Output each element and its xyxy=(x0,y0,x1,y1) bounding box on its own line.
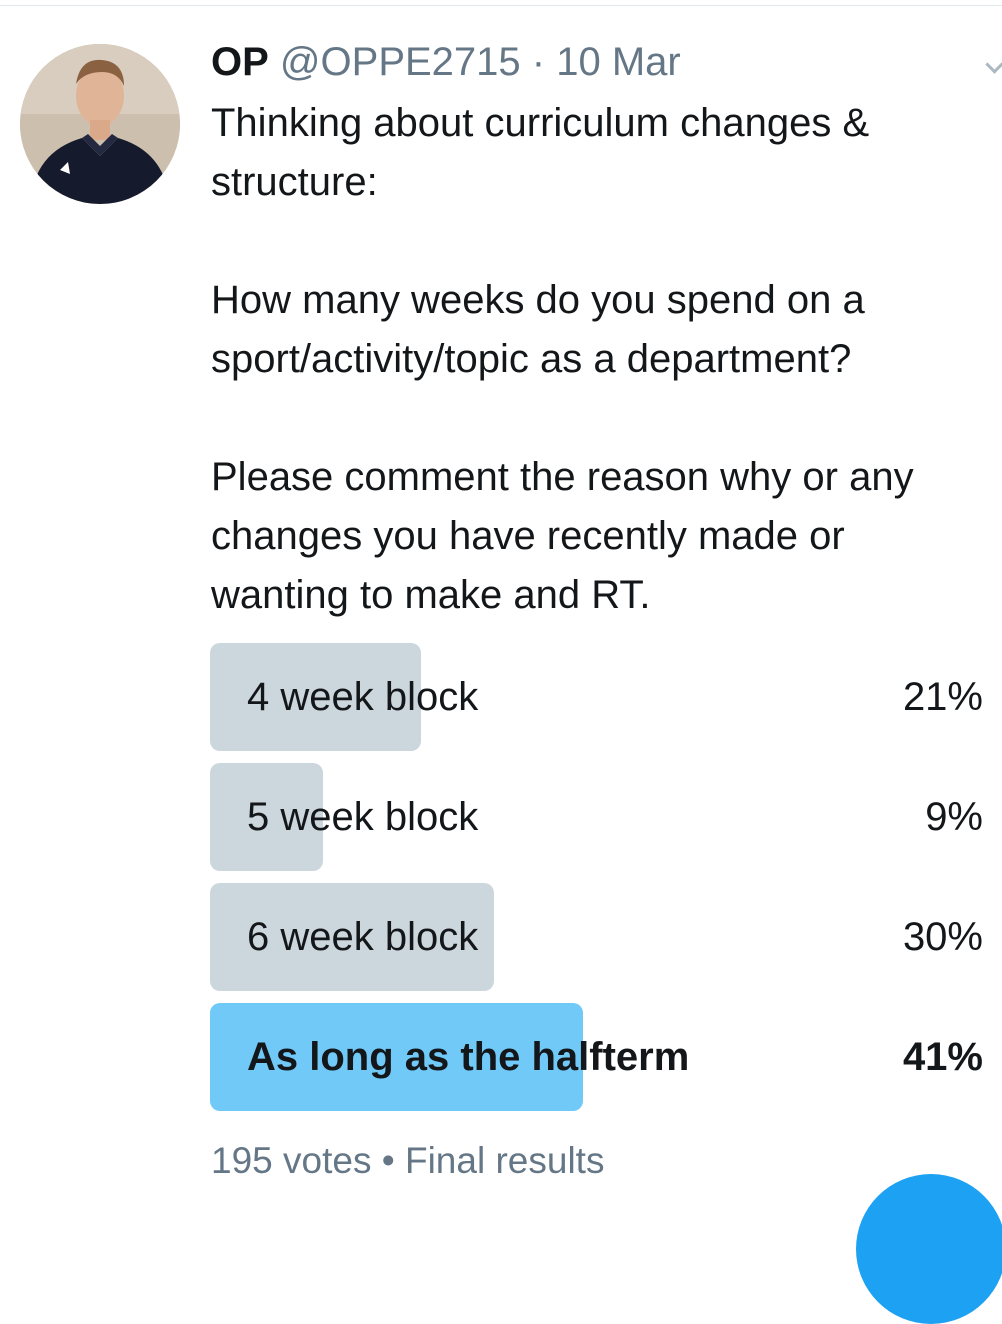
poll-footer-dot: • xyxy=(381,1140,395,1181)
avatar-photo xyxy=(20,44,180,204)
tweet-header: OP @OPPE2715 · 10 Mar xyxy=(211,38,681,86)
poll-option: 6 week block 30% xyxy=(210,883,985,991)
poll-option: As long as the halfterm 41% xyxy=(210,1003,985,1111)
poll: 4 week block 21% 5 week block 9% 6 week … xyxy=(210,643,985,1123)
poll-status: Final results xyxy=(404,1140,605,1181)
poll-option-label: As long as the halfterm xyxy=(247,1035,690,1079)
top-divider xyxy=(0,5,1002,6)
poll-option: 5 week block 9% xyxy=(210,763,985,871)
compose-tweet-icon[interactable] xyxy=(856,1174,1002,1324)
avatar[interactable] xyxy=(20,44,180,204)
poll-option-percent: 41% xyxy=(902,1035,983,1079)
poll-option-label: 4 week block xyxy=(247,675,479,719)
header-separator: · xyxy=(531,40,546,84)
poll-option: 4 week block 21% xyxy=(210,643,985,751)
poll-option-percent: 21% xyxy=(902,675,983,719)
tweet-text: Thinking about curriculum changes & stru… xyxy=(211,101,914,617)
poll-footer: 195 votes • Final results xyxy=(211,1136,604,1186)
poll-option-label: 5 week block xyxy=(247,795,479,839)
poll-option-label: 6 week block xyxy=(247,915,479,959)
author-name[interactable]: OP xyxy=(211,40,269,84)
tweet-date[interactable]: 10 Mar xyxy=(556,40,681,84)
poll-vote-count: 195 votes xyxy=(211,1140,372,1181)
poll-option-percent: 9% xyxy=(925,795,983,839)
chevron-down-icon[interactable] xyxy=(985,55,1002,74)
poll-option-percent: 30% xyxy=(902,915,983,959)
author-handle[interactable]: @OPPE2715 xyxy=(280,40,521,84)
